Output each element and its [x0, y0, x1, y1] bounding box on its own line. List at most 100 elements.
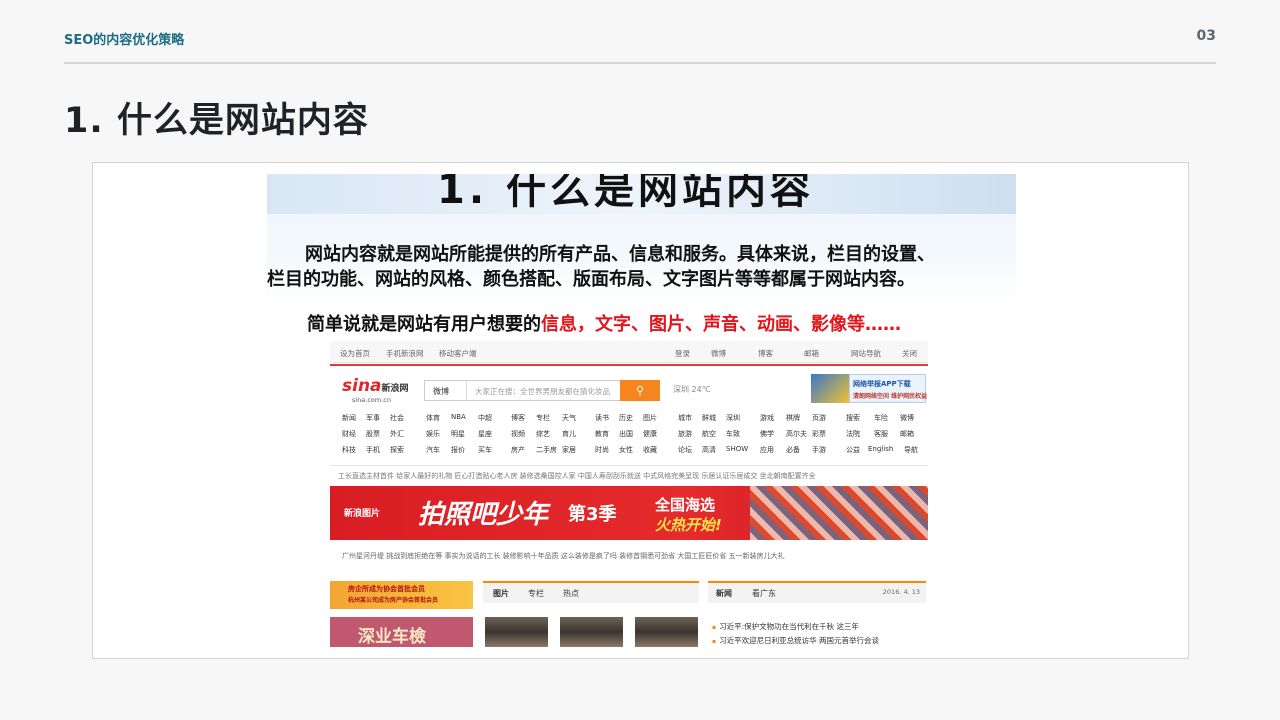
- nav-link[interactable]: 女性: [619, 445, 633, 455]
- nav-link[interactable]: 买车: [478, 445, 492, 455]
- news-headline[interactable]: 习近平:保护文物功在当代利在千秋 这三年: [712, 621, 859, 632]
- nav-link[interactable]: 彩票: [812, 429, 826, 439]
- nav-link[interactable]: 图片: [643, 413, 657, 423]
- nav-link[interactable]: 必备: [786, 445, 800, 455]
- nav-link[interactable]: 探索: [390, 445, 404, 455]
- nav-link[interactable]: 时尚: [595, 445, 609, 455]
- nav-link[interactable]: 汽车: [426, 445, 440, 455]
- nav-link[interactable]: 体育: [426, 413, 440, 423]
- banner-cta-1: 全国海选: [655, 496, 716, 514]
- nav-link[interactable]: 中超: [478, 413, 492, 423]
- nav-link[interactable]: 娱乐: [426, 429, 440, 439]
- left-ad-2[interactable]: 深业车檢: [330, 617, 473, 647]
- nav-link[interactable]: 高清: [702, 445, 716, 455]
- nav-link[interactable]: 手游: [812, 445, 826, 455]
- nav-link[interactable]: 车险: [874, 413, 888, 423]
- report-app-ad[interactable]: 网络举报APP下载 清朗网络空间 维护网民权益: [849, 374, 927, 403]
- nav-link[interactable]: 报价: [451, 445, 465, 455]
- nav-link[interactable]: 车致: [726, 429, 740, 439]
- topbar-link[interactable]: 移动客户端: [439, 348, 477, 359]
- nav-link[interactable]: 读书: [595, 413, 609, 423]
- simple-prefix: 简单说就是网站有用户想要的: [307, 314, 541, 335]
- photo-thumbnail[interactable]: [485, 617, 548, 647]
- photo-thumbnail[interactable]: [635, 617, 698, 647]
- channel-nav: 新闻 军事 社会 体育 NBA 中超 博客 专栏 天气 读书 历史 图片 城市 鲜城 深圳 游戏 棋牌…: [330, 411, 928, 461]
- nav-link[interactable]: 公益: [846, 445, 860, 455]
- topbar-link[interactable]: 手机新浪网: [386, 348, 424, 359]
- slide: SEO的内容优化策略 03 1. 什么是网站内容 1. 什么是网站内容 网站内容…: [0, 0, 1280, 720]
- nav-link[interactable]: 历史: [619, 413, 633, 423]
- nav-link[interactable]: English: [868, 445, 893, 453]
- ad-image[interactable]: [811, 374, 849, 403]
- nav-link[interactable]: 出国: [619, 429, 633, 439]
- nav-link[interactable]: 视频: [511, 429, 525, 439]
- topbar-link[interactable]: 网站导航: [851, 348, 881, 359]
- photo-thumbnail[interactable]: [560, 617, 623, 647]
- close-link[interactable]: 关闭: [902, 348, 917, 359]
- search-input[interactable]: 大家正在搜：全世界男朋友都在猜化妆品: [475, 386, 610, 397]
- nav-link[interactable]: 明星: [451, 429, 465, 439]
- nav-link[interactable]: 股票: [366, 429, 380, 439]
- nav-link[interactable]: 论坛: [678, 445, 692, 455]
- nav-link[interactable]: 航空: [702, 429, 716, 439]
- nav-link[interactable]: 微博: [900, 413, 914, 423]
- nav-link[interactable]: 旅游: [678, 429, 692, 439]
- nav-link[interactable]: 博客: [511, 413, 525, 423]
- topbar-link[interactable]: 邮箱: [804, 348, 819, 359]
- nav-link[interactable]: 收藏: [643, 445, 657, 455]
- nav-link[interactable]: 健康: [643, 429, 657, 439]
- nav-link[interactable]: 星座: [478, 429, 492, 439]
- nav-link[interactable]: 家居: [562, 445, 576, 455]
- nav-link[interactable]: 游戏: [760, 413, 774, 423]
- promo-links-row-2[interactable]: 广州星河丹堤 挑战到底拒绝在等 事实为说话的工长 装修影响十年品质 这么装修是疯…: [342, 551, 785, 561]
- nav-link[interactable]: 军事: [366, 413, 380, 423]
- left-ad[interactable]: 房企所成为协会首批会员 杭州某公司成为房产协会首批会员: [330, 581, 473, 609]
- topbar-link[interactable]: 微博: [711, 348, 726, 359]
- nav-link[interactable]: 科技: [342, 445, 356, 455]
- tab-columns[interactable]: 专栏: [528, 588, 544, 599]
- topbar-link[interactable]: 设为首页: [340, 348, 370, 359]
- topbar-link[interactable]: 登录: [675, 348, 690, 359]
- nav-link[interactable]: 搜索: [846, 413, 860, 423]
- nav-link[interactable]: 深圳: [726, 413, 740, 423]
- nav-link[interactable]: 邮箱: [900, 429, 914, 439]
- nav-link[interactable]: 高尔夫: [786, 429, 807, 439]
- nav-link[interactable]: 客服: [874, 429, 888, 439]
- search-scope-select[interactable]: 微博: [425, 381, 467, 400]
- nav-link[interactable]: 财经: [342, 429, 356, 439]
- nav-link[interactable]: 页游: [812, 413, 826, 423]
- search-bar: 微博 大家正在搜：全世界男朋友都在猜化妆品 ⚲: [424, 380, 660, 401]
- photo-contest-banner[interactable]: 新浪图片 拍照吧少年 第3季 全国海选 火热开始!: [330, 486, 928, 540]
- news-headline[interactable]: 习近平欢迎尼日利亚总统访华 两国元首举行会谈: [712, 635, 879, 646]
- search-button[interactable]: ⚲: [620, 380, 660, 401]
- page-number: 03: [1196, 28, 1216, 44]
- nav-link[interactable]: 城市: [678, 413, 692, 423]
- promo-links-row[interactable]: 工长直选主材首件 给家人最好的礼物 匠心打造贴心老人房 装修选桑国控人家 中国人…: [338, 471, 816, 481]
- nav-link[interactable]: 棋牌: [786, 413, 800, 423]
- nav-link[interactable]: 新闻: [342, 413, 356, 423]
- nav-link[interactable]: 综艺: [536, 429, 550, 439]
- nav-link[interactable]: NBA: [451, 413, 466, 421]
- nav-link[interactable]: 鲜城: [702, 413, 716, 423]
- nav-link[interactable]: 应用: [760, 445, 774, 455]
- nav-link[interactable]: 二手房: [536, 445, 557, 455]
- definition-line-2: 栏目的功能、网站的风格、颜色搭配、版面布局、文字图片等等都属于网站内容。: [267, 269, 915, 290]
- tab-hot[interactable]: 热点: [563, 588, 579, 599]
- tab-guangdong[interactable]: 看广东: [752, 588, 776, 599]
- red-rule: [330, 364, 928, 366]
- tab-news[interactable]: 新闻: [716, 588, 732, 599]
- nav-link[interactable]: SHOW: [726, 445, 748, 453]
- topbar-link[interactable]: 博客: [758, 348, 773, 359]
- nav-link[interactable]: 天气: [562, 413, 576, 423]
- nav-link[interactable]: 佛学: [760, 429, 774, 439]
- tab-photos[interactable]: 图片: [493, 588, 509, 599]
- nav-link[interactable]: 育儿: [562, 429, 576, 439]
- nav-link[interactable]: 社会: [390, 413, 404, 423]
- nav-link[interactable]: 法院: [846, 429, 860, 439]
- nav-link[interactable]: 手机: [366, 445, 380, 455]
- nav-link[interactable]: 外汇: [390, 429, 404, 439]
- nav-link[interactable]: 房产: [511, 445, 525, 455]
- nav-link[interactable]: 导航: [904, 445, 918, 455]
- nav-link[interactable]: 专栏: [536, 413, 550, 423]
- nav-link[interactable]: 教育: [595, 429, 609, 439]
